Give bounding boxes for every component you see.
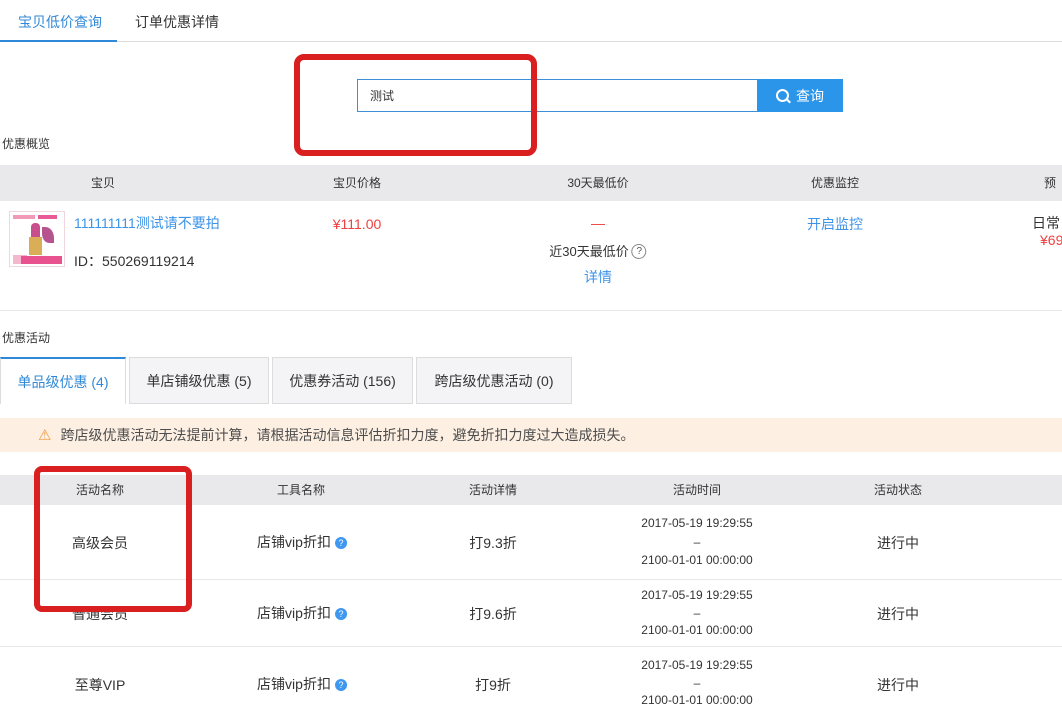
start-monitor-link[interactable]: 开启监控 [807,217,863,232]
lipstick-art-banner [21,256,62,264]
product-price: ¥111.00 [333,217,382,232]
activity-time-end: 2100-01-01 00:00:00 [641,694,752,707]
detail-link[interactable]: 详情 [584,270,612,285]
overview-row-divider [0,310,1062,311]
lipstick-art-bullet [31,223,40,238]
activity-time-separator: – [694,607,701,620]
lipstick-art-tube [29,237,42,255]
tool-name-cell: 店铺vip折扣 ? [257,535,347,550]
col-header-30day-low: 30天最低价 [567,165,628,201]
col-header-product: 宝贝 [91,165,115,201]
tool-name: 店铺vip折扣 [257,677,331,692]
section-title-overview: 优惠概览 [2,135,50,152]
lipstick-art-text2 [38,215,57,219]
activity-time-start: 2017-05-19 19:29:55 [641,517,752,530]
tool-help-icon[interactable]: ? [335,679,347,691]
activity-time-start: 2017-05-19 19:29:55 [641,589,752,602]
lipstick-art-swash [42,227,54,243]
tool-name-cell: 店铺vip折扣 ? [257,606,347,621]
overview-table-header: 宝贝 宝贝价格 30天最低价 优惠监控 预 [0,165,1062,201]
daily-label: 日常 [1032,216,1060,231]
tab-shop-level-discount[interactable]: 单店铺级优惠 (5) [129,357,269,404]
tool-name-cell: 店铺vip折扣 ? [257,677,347,692]
col-header-preheat-truncated: 预 [1044,165,1056,201]
col-header-activity-detail: 活动详情 [469,475,517,505]
tab-item-level-discount[interactable]: 单品级优惠 (4) [0,357,126,404]
tab-lowprice-query[interactable]: 宝贝低价查询 [18,12,102,32]
col-header-product-price: 宝贝价格 [333,165,381,201]
active-tab-underline [0,40,117,42]
tool-name: 店铺vip折扣 [257,535,331,550]
tool-help-icon[interactable]: ? [335,537,347,549]
annotation-rect-search [294,54,537,156]
activity-detail: 打9.6折 [469,607,516,622]
search-button[interactable]: 查询 [757,79,843,112]
activity-row-divider [0,646,1062,647]
activity-time-separator: – [694,677,701,690]
tab-cross-shop-activity[interactable]: 跨店级优惠活动 (0) [416,357,572,404]
help-icon[interactable]: ? [632,244,647,259]
col-header-tool-name: 工具名称 [277,475,325,505]
tab-order-discount-detail[interactable]: 订单优惠详情 [135,12,219,32]
search-button-label: 查询 [796,86,824,106]
activity-detail: 打9.3折 [469,536,516,551]
search-icon [776,89,789,102]
tab-coupon-activity[interactable]: 优惠券活动 (156) [272,357,413,404]
activity-status: 进行中 [877,536,919,551]
low-price-dash: — [591,216,605,231]
warning-banner: ⚠ 跨店级优惠活动无法提前计算，请根据活动信息评估折扣力度，避免折扣力度过大造成… [0,418,1062,452]
col-header-activity-time: 活动时间 [673,475,721,505]
page: 宝贝低价查询 订单优惠详情 查询 优惠概览 宝贝 宝贝价格 30天最低价 优惠监… [0,0,1062,709]
activity-status: 进行中 [877,607,919,622]
activity-time-start: 2017-05-19 19:29:55 [641,659,752,672]
annotation-rect-activity-name [34,466,192,612]
col-header-activity-status: 活动状态 [874,475,922,505]
product-image[interactable] [9,211,65,267]
daily-price: ¥69 [1040,233,1062,248]
activity-detail: 打9折 [475,678,511,693]
product-id: ID：550269119214 [74,254,194,269]
low30-label: 近30天最低价 [549,245,628,259]
activity-time-end: 2100-01-01 00:00:00 [641,624,752,637]
activity-time-end: 2100-01-01 00:00:00 [641,554,752,567]
tool-help-icon[interactable]: ? [335,608,347,620]
product-title-link[interactable]: 111111111测试请不要拍 [74,216,220,231]
tool-name: 店铺vip折扣 [257,606,331,621]
activity-name: 至尊VIP [75,678,126,693]
warning-icon: ⚠ [38,428,51,443]
section-title-activity: 优惠活动 [2,329,50,346]
low30-row: 近30天最低价 ? [549,244,646,259]
lipstick-art-text1 [13,215,35,219]
tabs-divider [0,41,1062,42]
activity-time-separator: – [694,536,701,549]
activity-status: 进行中 [877,678,919,693]
col-header-discount-monitor: 优惠监控 [811,165,859,201]
warning-text: 跨店级优惠活动无法提前计算，请根据活动信息评估折扣力度，避免折扣力度过大造成损失… [60,425,634,445]
